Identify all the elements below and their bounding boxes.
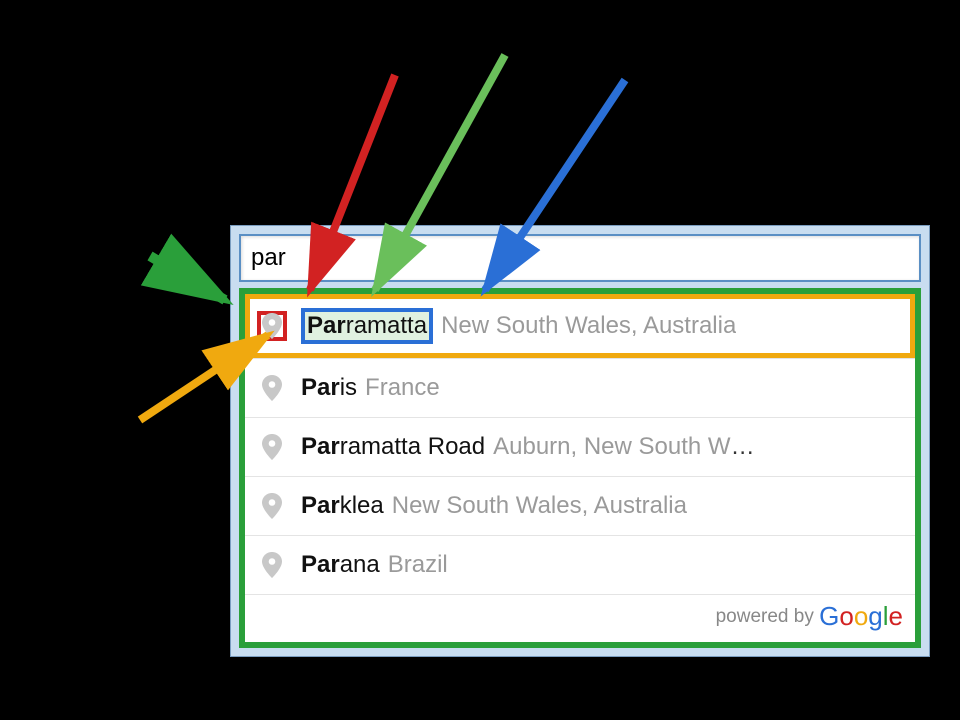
suggestion-secondary: Auburn, New South W… [493,433,755,461]
attribution-footer: powered by Google [245,595,915,642]
marker-icon [257,550,287,580]
marker-icon [257,373,287,403]
suggestion-main: Parramatta Road [301,433,485,461]
autocomplete-panel: Parramatta New South Wales, Australia Pa… [230,225,930,657]
suggestion-main: Parramatta [301,308,433,344]
arrow-dark-green [150,256,225,300]
marker-icon [257,311,287,341]
suggestion-row[interactable]: Parklea New South Wales, Australia [245,477,915,536]
marker-icon [257,432,287,462]
suggestion-row[interactable]: Parana Brazil [245,536,915,595]
suggestion-main: Parklea [301,492,384,520]
marker-icon [257,491,287,521]
search-input[interactable] [239,234,921,282]
suggestion-secondary: France [365,374,440,402]
suggestion-main: Parana [301,551,380,579]
suggestion-row[interactable]: Parramatta New South Wales, Australia [245,294,915,359]
google-logo: Google [819,601,903,631]
suggestion-secondary: New South Wales, Australia [392,492,687,520]
attribution-prefix: powered by [716,606,820,627]
suggestion-secondary: Brazil [388,551,448,579]
suggestion-row[interactable]: Paris France [245,359,915,418]
suggestion-secondary: New South Wales, Australia [441,312,736,340]
autocomplete-dropdown: Parramatta New South Wales, Australia Pa… [239,288,921,648]
suggestion-main: Paris [301,374,357,402]
suggestion-row[interactable]: Parramatta Road Auburn, New South W… [245,418,915,477]
